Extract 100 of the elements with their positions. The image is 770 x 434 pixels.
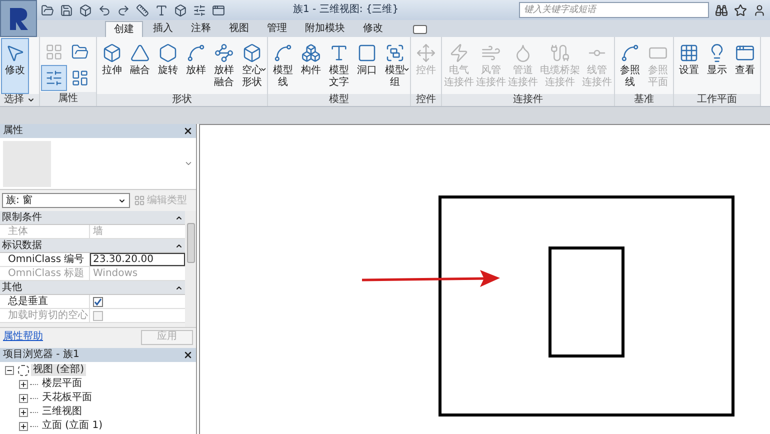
window-icon [735, 43, 755, 63]
ribbon-tab[interactable]: 创建 [105, 21, 143, 37]
collapse-icon[interactable] [5, 366, 14, 374]
curve-icon [186, 43, 206, 63]
sliders-icon[interactable] [193, 4, 206, 16]
tool-button[interactable]: 旋转 [154, 38, 182, 94]
group-header[interactable]: 标识数据 [0, 239, 185, 253]
binoculars-icon[interactable] [715, 4, 728, 16]
ribbon-tab[interactable]: 注释 [183, 21, 219, 37]
tool-button[interactable]: 空心 形状 [238, 38, 266, 94]
save-icon[interactable] [60, 4, 73, 16]
tool-button[interactable]: 模型 线 [269, 38, 297, 94]
undo-icon[interactable] [98, 4, 111, 16]
panels-icon [71, 69, 89, 87]
tool-button[interactable] [41, 65, 67, 91]
scrollbar[interactable] [185, 211, 196, 327]
lightning-icon [449, 43, 469, 63]
tree-item[interactable]: 立面 (立面 1) [40, 420, 105, 432]
wind-icon [481, 43, 501, 63]
ribbon-tab[interactable]: 修改 [355, 21, 391, 37]
property-name: 主体 [0, 225, 90, 238]
panel-header: 属性 [0, 124, 196, 138]
tool-button[interactable]: 融合 [126, 38, 154, 94]
panel-label[interactable]: 选择 [0, 94, 39, 106]
star-icon[interactable] [734, 4, 747, 16]
triangle-icon [130, 43, 150, 63]
close-icon[interactable] [183, 126, 193, 136]
caret-icon [260, 66, 267, 73]
expand-icon[interactable] [19, 394, 28, 402]
expand-icon[interactable] [19, 408, 28, 416]
panel-label[interactable]: 形状 [97, 94, 267, 106]
group-header[interactable]: 其他 [0, 281, 185, 295]
expand-icon[interactable] [19, 380, 28, 388]
grid-icon [134, 195, 145, 206]
move-icon [416, 43, 436, 63]
tool-button[interactable]: 参照 线 [616, 38, 644, 94]
folder-icon[interactable] [41, 4, 54, 16]
curve-icon [620, 43, 640, 63]
tree-item[interactable]: 楼层平面 [40, 378, 84, 390]
window-icon[interactable] [212, 4, 225, 16]
property-name: OmniClass 标题 [0, 267, 90, 280]
ribbon-tab[interactable]: 视图 [221, 21, 257, 37]
path-icon [214, 43, 234, 63]
tool-button[interactable]: 放样 [182, 38, 210, 94]
user-icon[interactable] [753, 4, 766, 16]
property-name: OmniClass 编号 [0, 253, 90, 266]
help-link[interactable]: 属性帮助 [3, 331, 43, 343]
tree-item[interactable]: 天花板平面 [40, 392, 94, 404]
ribbon-tab[interactable]: 附加模块 [297, 21, 353, 37]
tool-button[interactable]: 查看 [731, 38, 759, 94]
window-title: 族1 - 三维视图: {三维} [293, 4, 399, 16]
tool-button[interactable]: 设置 [675, 38, 703, 94]
type-selector[interactable]: 族: 窗 [2, 193, 130, 208]
type-icon[interactable] [155, 4, 168, 16]
panel-label[interactable]: 连接件 [442, 94, 614, 106]
group-header[interactable]: 限制条件 [0, 211, 185, 225]
square-icon [357, 43, 377, 63]
caret-icon[interactable] [184, 159, 193, 168]
panel-label[interactable]: 工作平面 [674, 94, 760, 106]
tool-button[interactable]: 模型 文字 [325, 38, 353, 94]
cube-icon [102, 43, 122, 63]
property-name: 加载时剪切的空心 [0, 309, 90, 322]
folder-icon [71, 43, 89, 61]
cable-icon [550, 43, 570, 63]
panel-label[interactable]: 基准 [615, 94, 673, 106]
tool-button[interactable]: 模型 组 [381, 38, 409, 94]
close-icon[interactable] [183, 350, 193, 360]
panel-label[interactable]: 模型 [268, 94, 410, 106]
redo-icon[interactable] [117, 4, 130, 16]
panel-label[interactable]: 属性 [40, 92, 96, 106]
tool-button[interactable]: 构件 [297, 38, 325, 94]
tool-button[interactable]: 显示 [703, 38, 731, 94]
view-icon [18, 364, 29, 376]
panel-label[interactable]: 控件 [411, 94, 441, 106]
ribbon-tab[interactable]: 管理 [259, 21, 295, 37]
property-value: 墙 [92, 226, 103, 238]
checkbox[interactable] [93, 296, 103, 306]
ribbon-tab[interactable]: 插入 [145, 21, 181, 37]
tool-button[interactable]: 拉伸 [98, 38, 126, 94]
panel-toggle-icon[interactable] [413, 25, 427, 34]
tool-button[interactable]: 修改 [1, 38, 29, 94]
ruler-icon[interactable] [136, 4, 149, 16]
type-icon [329, 43, 349, 63]
tool-button[interactable]: 洞口 [353, 38, 381, 94]
hexagon-icon [158, 43, 178, 63]
app-menu-button[interactable] [0, 0, 37, 37]
caret-icon [403, 66, 410, 73]
tree-item[interactable]: 三维视图 [40, 406, 84, 418]
caret-icon [27, 96, 35, 104]
collapse-icon [175, 242, 183, 250]
property-value: Windows [92, 268, 138, 280]
tree-item[interactable]: 视图 (全部) [31, 364, 86, 376]
cube-icon[interactable] [79, 4, 92, 16]
collapse-icon [175, 214, 183, 222]
property-field[interactable]: 23.30.20.00 [90, 253, 185, 266]
cube-icon[interactable] [174, 4, 187, 16]
group-icon [385, 43, 405, 63]
expand-icon[interactable] [19, 422, 28, 430]
tool-button[interactable]: 放样 融合 [210, 38, 238, 94]
search-field[interactable]: 键入关键字或短语 [519, 2, 709, 18]
